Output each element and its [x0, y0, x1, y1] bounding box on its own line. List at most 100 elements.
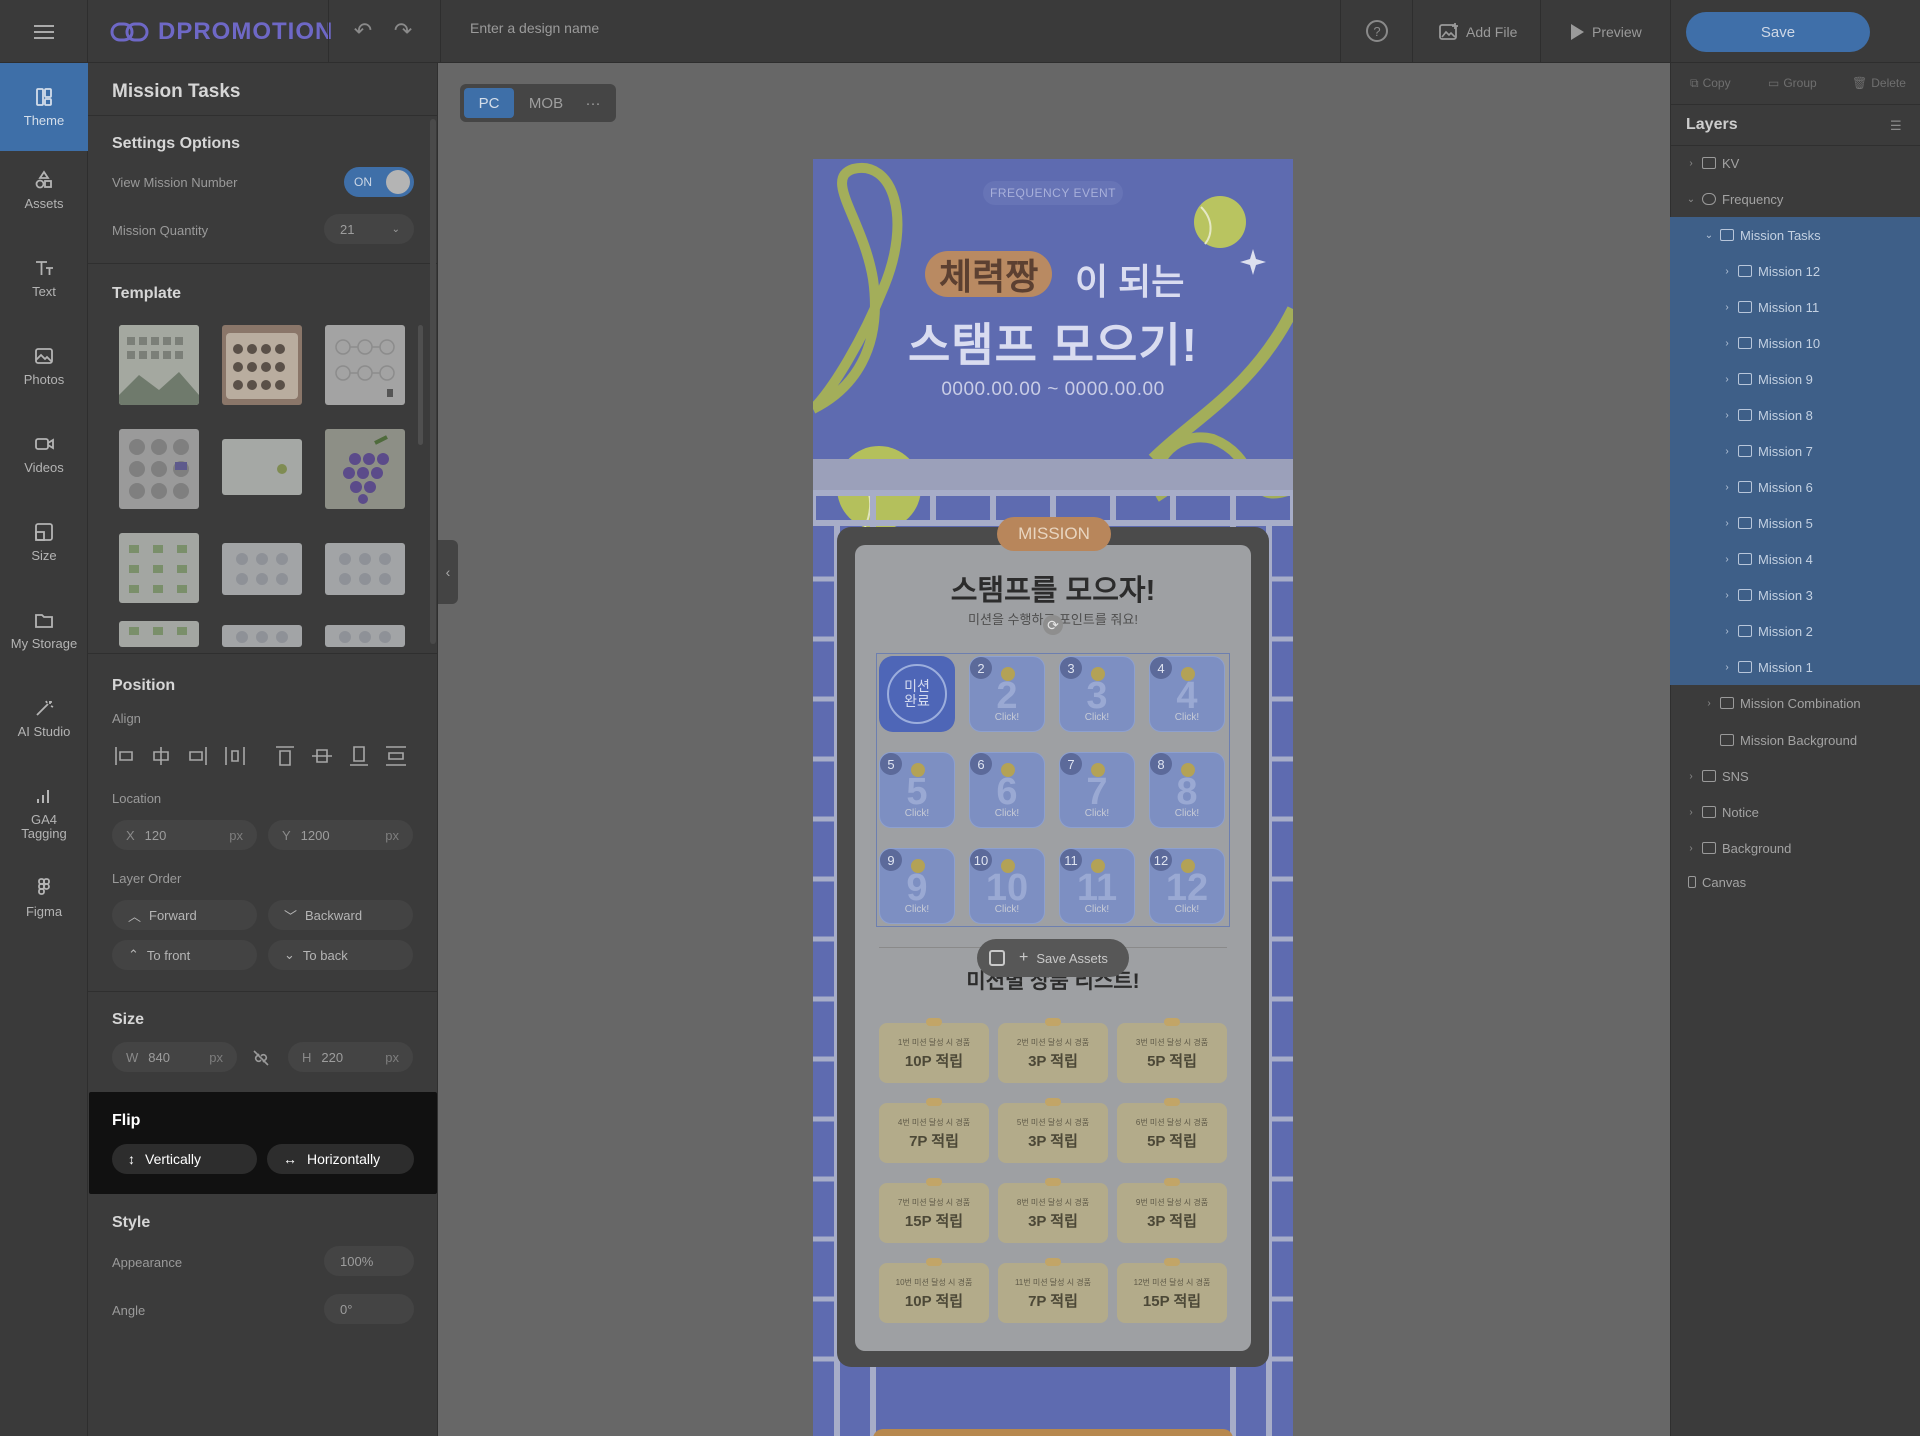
appearance-field[interactable]: 100% [324, 1246, 414, 1276]
headline-highlight[interactable]: 체력짱 [925, 251, 1053, 297]
mission-tag[interactable]: MISSION [997, 517, 1111, 551]
reward-12[interactable]: 12번 미션 달성 시 경품 15P 적립 [1117, 1258, 1227, 1323]
save-assets-button[interactable]: + Save Assets [977, 939, 1129, 977]
reward-8[interactable]: 8번 미션 달성 시 경품 3P 적립 [998, 1178, 1108, 1243]
more-icon[interactable]: ··· [578, 95, 608, 112]
to-back-button[interactable]: ⌄ To back [268, 940, 413, 970]
view-mission-number-toggle[interactable]: ON [344, 167, 414, 197]
template-thumb-6[interactable] [325, 429, 405, 509]
rail-photos[interactable]: Photos [0, 345, 88, 387]
group-button[interactable]: ▭ Group [1768, 63, 1817, 103]
layer-mission-5[interactable]: › Mission 5 [1670, 505, 1920, 541]
collapse-all-icon[interactable]: ☰ [1890, 118, 1902, 134]
unlink-icon[interactable] [251, 1048, 271, 1068]
tab-pc[interactable]: PC [464, 88, 514, 118]
stamp-6[interactable]: 6 6 Click! [969, 752, 1045, 828]
flip-horizontal-button[interactable]: ↔ Horizontally [267, 1144, 414, 1174]
layer-mission-11[interactable]: › Mission 11 [1670, 289, 1920, 325]
reward-3[interactable]: 3번 미션 달성 시 경품 5P 적립 [1117, 1018, 1227, 1083]
rail-my-storage[interactable]: My Storage [0, 609, 88, 651]
reward-4[interactable]: 4번 미션 달성 시 경품 7P 적립 [879, 1098, 989, 1163]
layer-mission-tasks[interactable]: ⌄ Mission Tasks [1670, 217, 1920, 253]
rail-theme[interactable]: Theme [0, 63, 88, 151]
layer-kv[interactable]: › KV [1670, 145, 1920, 181]
template-thumb-5[interactable] [222, 439, 302, 495]
copy-button[interactable]: ⧉ Copy [1690, 63, 1731, 103]
layer-frequency[interactable]: ⌄ Frequency [1670, 181, 1920, 217]
delete-button[interactable]: 🗑 Delete [1852, 63, 1906, 103]
angle-field[interactable]: 0° [324, 1294, 414, 1324]
template-thumb-2[interactable] [222, 325, 302, 405]
stamp-10[interactable]: 10 10 Click! [969, 848, 1045, 924]
layer-mission-6[interactable]: › Mission 6 [1670, 469, 1920, 505]
collapse-panel-button[interactable]: ‹ [438, 540, 458, 604]
template-scrollbar[interactable] [418, 325, 423, 445]
stamp-12[interactable]: 12 12 Click! [1149, 848, 1225, 924]
backward-button[interactable]: ﹀ Backward [268, 900, 413, 930]
layer-mission-12[interactable]: › Mission 12 [1670, 253, 1920, 289]
template-thumb-8[interactable] [222, 543, 302, 595]
rail-ga4-tagging[interactable]: GA4 Tagging [0, 785, 88, 841]
flip-vertical-button[interactable]: ↕ Vertically [112, 1144, 257, 1174]
layer-sns[interactable]: › SNS [1670, 758, 1920, 794]
stamp-3[interactable]: 3 3 Click! [1059, 656, 1135, 732]
save-button[interactable]: Save [1686, 12, 1870, 52]
help-icon[interactable]: ? [1366, 20, 1388, 42]
align-toolbar[interactable] [112, 743, 412, 769]
reward-5[interactable]: 5번 미션 달성 시 경품 3P 적립 [998, 1098, 1108, 1163]
template-thumb-11[interactable] [222, 625, 302, 647]
reward-7[interactable]: 7번 미션 달성 시 경품 15P 적립 [879, 1178, 989, 1243]
stamp-8[interactable]: 8 8 Click! [1149, 752, 1225, 828]
layer-mission-background[interactable]: Mission Background [1670, 722, 1920, 758]
template-thumb-1[interactable] [119, 325, 199, 405]
stamp-11[interactable]: 11 11 Click! [1059, 848, 1135, 924]
layer-mission-2[interactable]: › Mission 2 [1670, 613, 1920, 649]
layer-background[interactable]: › Background [1670, 830, 1920, 866]
stamp-7[interactable]: 7 7 Click! [1059, 752, 1135, 828]
event-date[interactable]: 0000.00.00 ~ 0000.00.00 [813, 379, 1293, 401]
design-canvas[interactable]: FREQUENCY EVENT 체력짱 이 되는 스탬프 모으기! 0000.0… [813, 159, 1293, 1436]
template-thumb-9[interactable] [325, 543, 405, 595]
template-thumb-7[interactable] [119, 533, 199, 603]
width-field[interactable]: W 840 px [112, 1042, 237, 1072]
add-file-button[interactable]: Add File [1438, 0, 1517, 63]
rail-figma[interactable]: Figma [0, 877, 88, 919]
reward-1[interactable]: 1번 미션 달성 시 경품 10P 적립 [879, 1018, 989, 1083]
reward-6[interactable]: 6번 미션 달성 시 경품 5P 적립 [1117, 1098, 1227, 1163]
stamp-5[interactable]: 5 5 Click! [879, 752, 955, 828]
rail-text[interactable]: Text [0, 257, 88, 299]
design-name-input[interactable]: Enter a design name [470, 20, 599, 36]
rail-ai-studio[interactable]: AI Studio [0, 697, 88, 739]
menu-button[interactable] [0, 0, 88, 63]
stamp-9[interactable]: 9 9 Click! [879, 848, 955, 924]
layer-notice[interactable]: › Notice [1670, 794, 1920, 830]
redo-icon[interactable]: ↷ [390, 18, 416, 44]
event-badge[interactable]: FREQUENCY EVENT [983, 181, 1123, 205]
tab-mob[interactable]: MOB [518, 88, 574, 118]
height-field[interactable]: H 220 px [288, 1042, 413, 1072]
y-position-field[interactable]: Y 1200 px [268, 820, 413, 850]
template-thumb-4[interactable] [119, 429, 199, 509]
headline-line-2[interactable]: 스탬프 모으기! [813, 309, 1293, 375]
reward-2[interactable]: 2번 미션 달성 시 경품 3P 적립 [998, 1018, 1108, 1083]
reward-10[interactable]: 10번 미션 달성 시 경품 10P 적립 [879, 1258, 989, 1323]
template-thumb-10[interactable] [119, 621, 199, 647]
x-position-field[interactable]: X 120 px [112, 820, 257, 850]
rotate-handle-icon[interactable]: ⟳ [1043, 615, 1063, 635]
rail-videos[interactable]: Videos [0, 433, 88, 475]
board-title[interactable]: 스탬프를 모으자! [813, 567, 1293, 609]
to-front-button[interactable]: ⌃ To front [112, 940, 257, 970]
template-thumb-12[interactable] [325, 625, 405, 647]
preview-button[interactable]: Preview [1568, 0, 1642, 63]
layer-canvas[interactable]: Canvas [1670, 864, 1920, 900]
mission-quantity-select[interactable]: 21 ⌄ [324, 214, 414, 244]
layer-mission-4[interactable]: › Mission 4 [1670, 541, 1920, 577]
reward-9[interactable]: 9번 미션 달성 시 경품 3P 적립 [1117, 1178, 1227, 1243]
stamp-completed[interactable]: 미션 완료 [879, 656, 955, 732]
reward-11[interactable]: 11번 미션 달성 시 경품 7P 적립 [998, 1258, 1108, 1323]
undo-icon[interactable]: ↶ [350, 18, 376, 44]
rail-size[interactable]: Size [0, 521, 88, 563]
layer-mission-8[interactable]: › Mission 8 [1670, 397, 1920, 433]
forward-button[interactable]: ︿ Forward [112, 900, 257, 930]
template-thumb-3[interactable] [325, 325, 405, 405]
